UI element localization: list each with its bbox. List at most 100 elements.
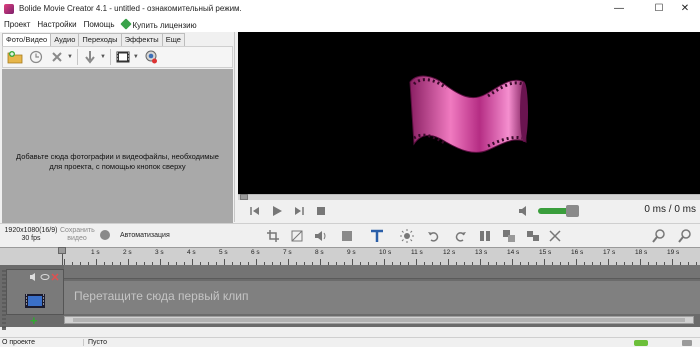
ruler-label: 16 s — [571, 249, 584, 256]
audio-icon[interactable] — [314, 229, 328, 243]
move-dropdown-caret[interactable]: ▼ — [100, 54, 106, 60]
play-icon[interactable] — [270, 204, 284, 218]
webcam-icon[interactable] — [142, 48, 160, 66]
status-project: О проекте — [2, 339, 84, 346]
ruler-label: 8 s — [315, 249, 324, 256]
app-logo-icon — [4, 3, 14, 14]
status-bar: О проекте Пусто — [0, 337, 700, 347]
ruler-label: 17 s — [603, 249, 616, 256]
ruler-label: 2 s — [123, 249, 132, 256]
timecode: 0 ms / 0 ms — [644, 204, 696, 215]
layout-icon[interactable] — [340, 229, 354, 243]
split-icon[interactable] — [478, 229, 492, 243]
record-icon[interactable] — [98, 228, 112, 242]
undo-icon[interactable] — [426, 229, 440, 243]
save-video-button[interactable]: Сохранить видео — [60, 227, 95, 243]
ruler-label: 12 s — [443, 249, 456, 256]
fps-value: 30 fps — [21, 235, 41, 242]
menu-bar: Проект Настройки Помощь Купить лицензию — [0, 17, 700, 32]
add-track-button[interactable]: + — [30, 313, 38, 328]
filmstrip-dropdown-caret[interactable]: ▼ — [133, 54, 139, 60]
menu-project[interactable]: Проект — [4, 20, 30, 29]
ruler-label: 10 s — [379, 249, 392, 256]
brightness-icon[interactable] — [400, 229, 414, 243]
ruler-label: 18 s — [635, 249, 648, 256]
window-title: Bolide Movie Creator 4.1 - untitled - оз… — [19, 4, 242, 13]
track-audio-icon[interactable] — [29, 273, 39, 283]
zoom-in-icon[interactable] — [678, 229, 692, 243]
ruler-label: 13 s — [475, 249, 488, 256]
menu-help[interactable]: Помощь — [84, 20, 115, 29]
video-track-lane[interactable]: Перетащите сюда первый клип — [64, 281, 700, 314]
media-panel: Фото/Видео Аудио Переходы Эффекты Еще ▼ … — [0, 32, 235, 254]
track-video-icon — [25, 294, 45, 310]
video-preview[interactable] — [238, 32, 700, 194]
timeline-scroll-thumb[interactable] — [73, 318, 685, 322]
ruler-label: 1 s — [91, 249, 100, 256]
license-icon — [119, 17, 132, 30]
tab-photo-video[interactable]: Фото/Видео — [2, 33, 52, 47]
close-icon[interactable]: ✕ — [670, 0, 700, 17]
toolbar-divider — [76, 49, 78, 65]
add-folder-icon[interactable] — [6, 48, 24, 66]
resize-icon[interactable] — [290, 229, 304, 243]
resolution-info[interactable]: 1920x1080(16/9) 30 fps — [4, 227, 58, 243]
filmstrip-icon[interactable] — [114, 48, 132, 66]
ruler-label: 9 s — [347, 249, 356, 256]
ruler-label: 3 s — [155, 249, 164, 256]
minimize-icon[interactable]: — — [604, 0, 634, 17]
ruler-label: 7 s — [283, 249, 292, 256]
tab-more[interactable]: Еще — [161, 33, 185, 46]
title-bar: Bolide Movie Creator 4.1 - untitled - оз… — [0, 0, 700, 17]
timeline-tracks: Перетащите сюда первый клип + — [0, 265, 700, 330]
timeline-lane-top[interactable] — [64, 265, 700, 279]
track-visibility-icon[interactable] — [40, 273, 50, 283]
clock-icon[interactable] — [27, 48, 45, 66]
automation-button[interactable]: Автоматизация — [120, 232, 170, 240]
ruler-label: 5 s — [219, 249, 228, 256]
text-icon[interactable] — [370, 229, 384, 243]
next-frame-icon[interactable] — [292, 204, 306, 218]
toolbar-divider — [109, 49, 111, 65]
zoom-out-icon[interactable] — [652, 229, 666, 243]
prev-frame-icon[interactable] — [248, 204, 262, 218]
gpu-indicator-icon — [634, 340, 648, 346]
playhead-handle[interactable] — [58, 247, 66, 254]
film-reel-logo — [409, 75, 528, 153]
move-down-icon[interactable] — [81, 48, 99, 66]
buy-license-link[interactable]: Купить лицензию — [119, 17, 197, 30]
timeline-scrollbar[interactable] — [64, 316, 694, 324]
delete-icon[interactable] — [48, 48, 66, 66]
ruler-label: 6 s — [251, 249, 260, 256]
resolution-value: 1920x1080(16/9) — [4, 227, 58, 234]
cut-icon[interactable] — [548, 229, 562, 243]
volume-icon[interactable] — [518, 205, 530, 219]
ruler-label: 19 s — [667, 249, 680, 256]
media-tabs: Фото/Видео Аудио Переходы Эффекты Еще — [2, 33, 185, 47]
drop-clip-hint: Перетащите сюда первый клип — [74, 289, 249, 303]
ruler-label: 11 s — [411, 249, 423, 256]
ruler-label: 4 s — [187, 249, 196, 256]
media-toolbar: ▼ ▼ ▼ — [2, 46, 233, 68]
tab-effects[interactable]: Эффекты — [120, 33, 163, 46]
timeline-ruler[interactable]: 1 s 2 s 3 s 4 s 5 s 6 s 7 s 8 s 9 s 10 s 11 s 12 s 1… — [0, 247, 700, 265]
tab-audio[interactable]: Аудио — [50, 33, 80, 46]
buy-license-label: Купить лицензию — [132, 20, 197, 30]
track-delete-icon[interactable] — [51, 273, 59, 283]
redo-icon[interactable] — [454, 229, 468, 243]
resize-grip-icon — [682, 340, 692, 346]
volume-handle[interactable] — [566, 205, 579, 217]
player-controls: 0 ms / 0 ms — [238, 200, 700, 222]
stop-icon[interactable] — [314, 204, 328, 218]
tab-transitions[interactable]: Переходы — [78, 33, 122, 46]
group-icon[interactable] — [502, 229, 516, 243]
delete-dropdown-caret[interactable]: ▼ — [67, 54, 73, 60]
menu-settings[interactable]: Настройки — [37, 20, 76, 29]
ungroup-icon[interactable] — [526, 229, 540, 243]
ruler-label: 15 s — [539, 249, 552, 256]
timeline-toolbar: 1920x1080(16/9) 30 fps Сохранить видео А… — [0, 223, 700, 247]
track-header — [6, 269, 64, 315]
crop-icon[interactable] — [266, 229, 280, 243]
status-state: Пусто — [88, 339, 107, 346]
media-hint: Добавьте сюда фотографии и видеофайлы, н… — [16, 151, 219, 171]
